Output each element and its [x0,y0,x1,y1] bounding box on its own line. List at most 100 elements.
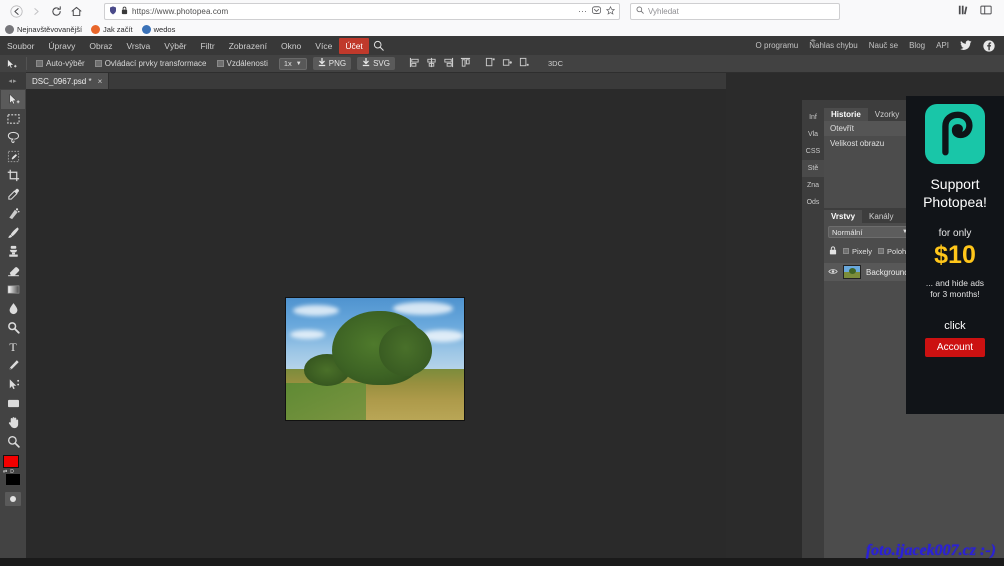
layer-name[interactable]: Background [866,268,909,277]
dodge-tool[interactable] [1,318,25,337]
eye-icon[interactable] [828,268,838,277]
move-tool[interactable] [1,90,25,109]
forward-arrow-icon[interactable] [26,2,46,20]
shape-tool[interactable] [1,394,25,413]
pocket-icon[interactable] [592,6,601,17]
menu-zobrazeni[interactable]: Zobrazení [222,39,274,53]
quick-mask-toggle[interactable] [5,492,21,506]
bookmark-item-most-visited[interactable]: Nejnavštěvovanější [5,25,82,34]
path-select-tool[interactable] [1,375,25,394]
align-center-icon[interactable] [426,55,437,73]
align-left-icon[interactable] [409,55,420,73]
ad-account-button[interactable]: Account [925,338,985,357]
option-3d-label[interactable]: 3DC [548,59,563,68]
menu-okno[interactable]: Okno [274,39,308,53]
menu-vyber[interactable]: Výběr [157,39,193,53]
back-arrow-icon[interactable] [6,2,26,20]
bookmark-item-getting-started[interactable]: Jak začít [91,25,133,34]
link-api[interactable]: API [936,41,949,50]
blur-tool[interactable] [1,299,25,318]
magic-wand-tool[interactable] [1,147,25,166]
lock-pixels[interactable]: Pixely [843,247,872,256]
option-label: Vzdálenosti [227,59,268,68]
menu-search-icon[interactable] [373,40,384,51]
link-nauc-se[interactable]: Nauč se [869,41,898,50]
option-distances[interactable]: Vzdálenosti [212,59,273,68]
tab-kanaly[interactable]: Kanály [862,210,900,223]
lasso-tool[interactable] [1,128,25,147]
blend-mode-select[interactable]: Normální ▼ [828,226,912,238]
zoom-factor-select[interactable]: 1x ▼ [279,58,307,70]
page-actions-icon[interactable]: ··· [578,6,587,16]
checkbox[interactable] [95,60,102,67]
foreground-color-swatch[interactable] [3,455,19,468]
ad-price: $10 [934,241,976,270]
left-panel-collapse-toggle[interactable]: ◂▸ [0,72,26,89]
bookmark-star-icon[interactable] [606,6,615,17]
option-auto-select[interactable]: Auto-výběr [31,59,90,68]
menu-soubor[interactable]: Soubor [0,39,41,53]
type-tool[interactable]: T [1,337,25,356]
home-icon[interactable] [66,2,86,20]
align-right-icon[interactable] [443,55,454,73]
eyedropper-tool[interactable] [1,185,25,204]
bookmark-item-wedos[interactable]: wedos [142,25,176,34]
menu-vice[interactable]: Více [308,39,339,53]
tab-vzorky[interactable]: Vzorky [868,108,906,121]
color-swatches[interactable]: ⇄D [2,455,24,489]
search-bar[interactable]: Vyhledat [630,3,840,20]
pen-tool[interactable] [1,356,25,375]
move-tool-icon[interactable] [0,55,22,73]
ad-note-line2: for 3 months! [926,289,984,300]
distribute-top-icon[interactable] [485,55,496,73]
distribute-middle-icon[interactable] [502,55,513,73]
tab-historie[interactable]: Historie [824,108,868,121]
side-tab-brushes[interactable]: Stě [802,160,824,177]
reload-icon[interactable] [46,2,66,20]
link-blog[interactable]: Blog [909,41,925,50]
side-tab-css[interactable]: CSS [802,143,824,160]
library-icon[interactable] [958,4,970,19]
gradient-tool[interactable] [1,280,25,299]
healing-brush-tool[interactable] [1,204,25,223]
link-o-programu[interactable]: O programu [756,41,799,50]
sidebar-icon[interactable] [980,4,992,19]
swatch-reset-swap-icons[interactable]: ⇄D [3,469,17,475]
download-svg-button[interactable]: SVG [357,57,395,70]
side-tab-characters[interactable]: Zna [802,177,824,194]
crop-tool[interactable] [1,166,25,185]
close-icon[interactable]: × [98,77,103,86]
canvas-area[interactable] [26,89,726,566]
zoom-tool[interactable] [1,432,25,451]
eraser-tool[interactable] [1,261,25,280]
checkbox[interactable] [878,248,884,254]
facebook-icon[interactable] [983,40,995,52]
side-tab-info[interactable]: Inf [802,109,824,126]
menu-filtr[interactable]: Filtr [194,39,222,53]
brush-tool[interactable] [1,223,25,242]
option-transform-controls[interactable]: Ovládací prvky transformace [90,59,212,68]
align-top-icon[interactable] [460,55,471,73]
document-tab[interactable]: DSC_0967.psd * × [26,73,109,89]
hand-tool[interactable] [1,413,25,432]
side-tab-paragraph[interactable]: Ods [802,194,824,211]
menu-vrstva[interactable]: Vrstva [120,39,158,53]
checkbox[interactable] [217,60,224,67]
marquee-tool[interactable] [1,109,25,128]
side-tab-properties[interactable]: Vla [802,126,824,143]
menu-ucet[interactable]: Účet [339,38,368,54]
checkbox[interactable] [843,248,849,254]
url-bar[interactable]: https://www.photopea.com ··· [104,3,620,20]
twitter-icon[interactable] [960,40,972,51]
distribute-bottom-icon[interactable] [519,55,530,73]
ad-panel[interactable]: Support Photopea! for only $10 ... and h… [906,96,1004,414]
side-tabs-grip[interactable]: ◂▸ [802,37,824,45]
menu-upravy[interactable]: Úpravy [41,39,82,53]
download-png-button[interactable]: PNG [313,57,351,70]
menu-obraz[interactable]: Obraz [82,39,119,53]
tab-vrstvy[interactable]: Vrstvy [824,210,862,223]
canvas-image[interactable] [285,297,465,421]
download-svg-label: SVG [373,59,390,68]
checkbox[interactable] [36,60,43,67]
clone-stamp-tool[interactable] [1,242,25,261]
